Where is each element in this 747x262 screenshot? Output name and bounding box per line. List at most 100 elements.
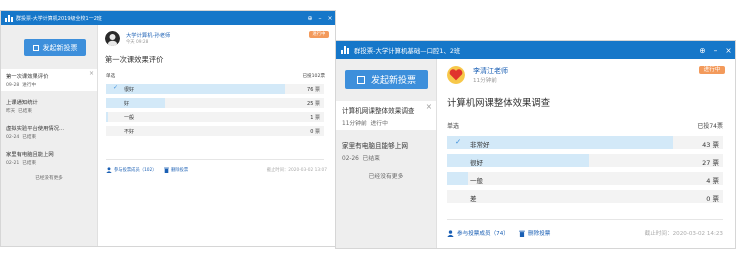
vote-item-title: 计算机网课整体效果调查 <box>342 107 415 115</box>
user-icon <box>447 229 454 237</box>
poll-title: 计算机网课整体效果调查 <box>447 98 551 109</box>
vote-bar-fill <box>447 172 469 185</box>
option-label: 非常好 <box>470 140 490 149</box>
poll-option[interactable]: 差 0 票 <box>447 190 723 203</box>
minimize-button[interactable]: – <box>315 15 325 22</box>
status-badge: 进行中 <box>699 66 725 74</box>
title-bar: 群投票-大学计算机基础—口腔1、2班 ⊕ – × <box>336 41 735 59</box>
vote-item-meta: 11分钟前 进行中 <box>342 121 388 127</box>
vote-bar-fill <box>447 154 590 167</box>
vote-list-item[interactable]: 第一次课效果评价 09-28 进行中 × <box>1 69 97 91</box>
option-label: 一般 <box>470 176 483 185</box>
vote-item-title: 家里有电脑且能够上网 <box>342 142 408 150</box>
status-badge: 进行中 <box>309 31 329 38</box>
vote-item-meta: 02-26 已结束 <box>342 156 380 162</box>
option-label: 一般 <box>124 114 135 121</box>
close-button[interactable]: × <box>325 15 335 22</box>
delete-label: 删除投票 <box>171 168 189 173</box>
vote-item-meta: 09-28 进行中 <box>6 83 37 88</box>
vote-list-sidebar: 发起新投票 计算机网课整体效果调查 11分钟前 进行中 × 家里有电脑且能够上网… <box>336 59 437 248</box>
no-more-text: 已经没有更多 <box>368 174 404 180</box>
vote-bar-fill <box>106 112 109 122</box>
vote-list-item[interactable]: 家里有电脑且能上网 02-21 已结束 <box>1 147 97 169</box>
close-item-icon[interactable]: × <box>426 102 432 111</box>
vote-list-item[interactable]: 计算机网课整体效果调查 11分钟前 进行中 × <box>336 101 436 130</box>
avatar <box>105 31 120 46</box>
divider <box>447 219 723 220</box>
vote-list-item[interactable]: 上课通知统计 昨天 已结束 <box>1 95 97 117</box>
vote-list-item[interactable]: 虚拟实验平台使用情况... 02-24 已结束 <box>1 121 97 143</box>
voted-count: 已投74票 <box>697 123 723 130</box>
poll-time: 11分钟前 <box>473 78 497 84</box>
deadline: 截止时间：2020-03-02 13:07 <box>266 168 327 173</box>
deadline: 截止时间：2020-03-02 14:23 <box>644 231 723 237</box>
new-vote-label: 发起新投票 <box>42 43 78 52</box>
vote-item-meta: 昨天 已结束 <box>6 109 32 114</box>
participants-label: 参与投票成员（74） <box>457 231 509 237</box>
poll-chart-icon <box>341 46 350 54</box>
option-count: 76 票 <box>307 86 320 93</box>
poll-option[interactable]: ✓ 非常好 43 票 <box>447 136 723 149</box>
vote-window-right: 群投票-大学计算机基础—口腔1、2班 ⊕ – × 发起新投票 计算机网课整体效果… <box>335 40 736 249</box>
trash-icon <box>164 167 169 173</box>
new-vote-button[interactable]: 发起新投票 <box>24 39 86 56</box>
vote-item-title: 上课通知统计 <box>6 100 38 106</box>
poll-type: 单选 <box>106 74 116 79</box>
title-bar: 群投票-大学计算机2019级全校1一2班 ⊕ – × <box>1 11 335 25</box>
delete-vote-button[interactable]: 删除投票 <box>519 229 550 237</box>
option-count: 27 票 <box>702 158 719 167</box>
option-count: 0 票 <box>310 128 320 135</box>
option-count: 1 票 <box>310 114 320 121</box>
option-label: 差 <box>470 194 477 203</box>
vote-bar-fill <box>106 98 165 108</box>
poll-detail: 李清江老师 11分钟前 进行中 计算机网课整体效果调查 单选 已投74票 ✓ 非… <box>437 59 735 248</box>
no-more-text: 已经没有更多 <box>35 176 63 181</box>
option-label: 不好 <box>124 128 135 135</box>
new-vote-label: 发起新投票 <box>370 76 416 86</box>
vote-list-sidebar: 发起新投票 第一次课效果评价 09-28 进行中 × 上课通知统计 昨天 已结束… <box>1 25 98 246</box>
poll-option[interactable]: 好 25 票 <box>106 98 324 108</box>
divider <box>106 159 324 160</box>
option-count: 4 票 <box>706 176 719 185</box>
participants-link[interactable]: 参与投票成员（74） <box>447 229 509 237</box>
delete-label: 删除投票 <box>528 231 551 237</box>
poll-option[interactable]: 不好 0 票 <box>106 126 324 136</box>
option-label: 很好 <box>470 158 483 167</box>
poll-option[interactable]: ✓ 很好 76 票 <box>106 84 324 94</box>
close-item-icon[interactable]: × <box>89 70 94 77</box>
vote-item-meta: 02-21 已结束 <box>6 161 37 166</box>
minimize-button[interactable]: – <box>709 46 722 55</box>
option-count: 25 票 <box>307 100 320 107</box>
vote-item-title: 虚拟实验平台使用情况... <box>6 126 65 132</box>
close-button[interactable]: × <box>722 46 735 55</box>
poll-detail: 大学计算机-孙老师 今天 09:28 进行中 第一次课效果评价 单选 已投102… <box>98 25 335 246</box>
vote-item-title: 家里有电脑且能上网 <box>6 152 54 158</box>
check-icon: ✓ <box>455 137 462 146</box>
participants-link[interactable]: 参与投票成员（102） <box>106 167 157 173</box>
poll-type: 单选 <box>447 123 460 130</box>
vote-list-item[interactable]: 家里有电脑且能够上网 02-26 已结束 <box>336 136 436 165</box>
poll-title: 第一次课效果评价 <box>105 55 164 64</box>
trash-icon <box>519 230 525 237</box>
poll-option[interactable]: 很好 27 票 <box>447 154 723 167</box>
window-title: 群投票-大学计算机基础—口腔1、2班 <box>354 46 461 55</box>
avatar <box>447 66 465 84</box>
voted-count: 已投102票 <box>302 74 325 79</box>
window-title: 群投票-大学计算机2019级全校1一2班 <box>16 15 102 22</box>
vote-item-meta: 02-24 已结束 <box>6 135 37 140</box>
participants-label: 参与投票成员（102） <box>114 168 157 173</box>
check-icon: ✓ <box>113 84 119 91</box>
user-icon <box>106 167 112 173</box>
poll-chart-icon <box>5 14 13 22</box>
pin-icon[interactable]: ⊕ <box>305 15 315 22</box>
poll-option[interactable]: 一般 1 票 <box>106 112 324 122</box>
vote-window-left: 群投票-大学计算机2019级全校1一2班 ⊕ – × 发起新投票 第一次课效果评… <box>0 10 336 247</box>
delete-vote-button[interactable]: 删除投票 <box>164 167 188 173</box>
option-count: 43 票 <box>702 140 719 149</box>
new-vote-button[interactable]: 发起新投票 <box>345 70 428 89</box>
pin-icon[interactable]: ⊕ <box>696 46 709 55</box>
poll-time: 今天 09:28 <box>126 40 149 45</box>
poll-option[interactable]: 一般 4 票 <box>447 172 723 185</box>
edit-icon <box>32 44 39 51</box>
option-label: 很好 <box>124 86 135 93</box>
